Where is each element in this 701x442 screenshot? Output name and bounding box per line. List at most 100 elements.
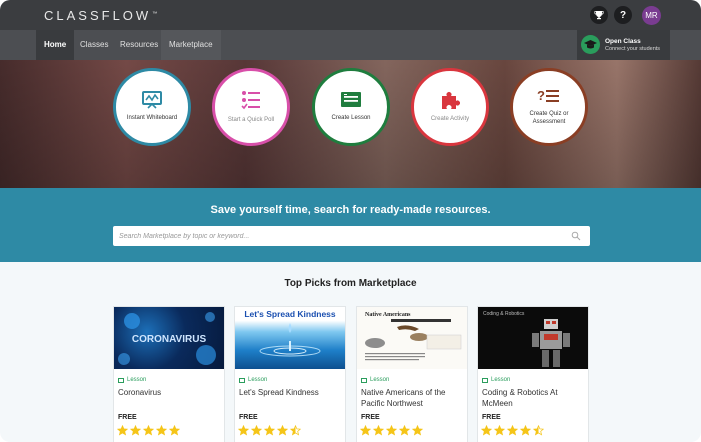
star-icon	[412, 425, 423, 436]
star-icon	[386, 425, 397, 436]
card-type: Lesson	[239, 377, 267, 383]
star-icon	[264, 425, 275, 436]
star-icon	[117, 425, 128, 436]
lesson-type-icon	[118, 377, 124, 383]
star-icon	[360, 425, 371, 436]
virus-illustration: CORONAVIRUS	[118, 312, 216, 365]
star-icon	[290, 425, 301, 436]
create-quiz-button[interactable]: ? Create Quiz or Assessment	[510, 68, 588, 146]
star-icon	[143, 425, 154, 436]
star-icon	[169, 425, 180, 436]
resource-card-coding-robotics[interactable]: Coding & Robotics Lesson Coding & Roboti…	[477, 306, 589, 442]
star-icon	[399, 425, 410, 436]
open-class-subtitle: Connect your students	[605, 46, 661, 52]
classflow-logo[interactable]: CLASSFLOW™	[44, 8, 157, 23]
card-title: Native Americans of the Pacific Northwes…	[361, 388, 446, 408]
thumb-text-native: Native Americans	[365, 312, 411, 318]
card-title: Let's Spread Kindness	[239, 388, 319, 397]
thumb-text-coding: Coding & Robotics	[483, 311, 525, 317]
search-icon[interactable]	[571, 231, 581, 241]
trophy-button[interactable]	[590, 6, 608, 24]
nav-home[interactable]: Home	[36, 30, 75, 60]
star-icon	[277, 425, 288, 436]
create-quiz-label: Create Quiz or Assessment	[529, 111, 569, 125]
card-thumbnail: Let's Spread Kindness	[235, 307, 345, 369]
thumb-text-kindness: Let's Spread Kindness	[244, 309, 336, 319]
card-thumbnail: Native Americans	[357, 307, 467, 369]
card-rating	[360, 425, 423, 436]
resource-card-coronavirus[interactable]: CORONAVIRUS Lesson Coronavirus FREE	[113, 306, 225, 442]
lesson-type-icon	[482, 377, 488, 383]
logo-trademark: ™	[152, 10, 158, 17]
card-type-label: Lesson	[491, 377, 511, 383]
star-icon	[520, 425, 531, 436]
puzzle-icon	[442, 92, 460, 110]
card-type: Lesson	[118, 377, 146, 383]
poll-icon	[241, 91, 260, 110]
card-rating	[238, 425, 301, 436]
star-icon	[130, 425, 141, 436]
nav-resources-label: Resources	[120, 40, 159, 49]
create-activity-button[interactable]: Create Activity	[411, 68, 489, 146]
card-type: Lesson	[361, 377, 389, 383]
star-icon	[251, 425, 262, 436]
resource-card-native-americans[interactable]: Native Americans Lesson Native Americans…	[356, 306, 468, 442]
star-icon	[494, 425, 505, 436]
search-section: Save yourself time, search for ready-mad…	[0, 188, 701, 262]
star-icon	[507, 425, 518, 436]
open-class-title: Open Class	[605, 38, 641, 45]
top-picks-title: Top Picks from Marketplace	[284, 278, 417, 289]
classflow-app: CLASSFLOW™ ? MR Home Classes Resources M…	[0, 0, 701, 442]
trophy-icon	[594, 11, 604, 20]
card-price: FREE	[239, 414, 258, 421]
quick-poll-button[interactable]: Start a Quick Poll	[212, 68, 290, 146]
star-icon	[533, 425, 544, 436]
nav-home-label: Home	[44, 40, 67, 49]
user-avatar[interactable]: MR	[642, 6, 661, 25]
search-title: Save yourself time, search for ready-mad…	[210, 204, 491, 216]
help-button[interactable]: ?	[614, 6, 632, 24]
card-type-label: Lesson	[370, 377, 390, 383]
card-title: Coding & Robotics At McMeen	[482, 388, 558, 408]
marketplace-search-input[interactable]	[113, 226, 568, 246]
lesson-type-icon	[361, 377, 367, 383]
star-icon	[373, 425, 384, 436]
card-rating	[117, 425, 180, 436]
card-title: Coronavirus	[118, 388, 162, 397]
nav-marketplace[interactable]: Marketplace	[161, 30, 221, 60]
water-drop-illustration: Let's Spread Kindness	[244, 309, 336, 357]
card-price: FREE	[482, 414, 501, 421]
resource-card-kindness[interactable]: Let's Spread Kindness Lesson Let's Sprea…	[234, 306, 346, 442]
create-lesson-button[interactable]: Create Lesson	[312, 68, 390, 146]
open-class-button[interactable]: Open Class Connect your students	[577, 30, 670, 60]
logo-text: CLASSFLOW	[44, 8, 152, 23]
instant-whiteboard-label: Instant Whiteboard	[126, 115, 178, 122]
card-price: FREE	[361, 414, 380, 421]
quiz-icon: ?	[537, 88, 559, 103]
card-type-label: Lesson	[248, 377, 268, 383]
instant-whiteboard-button[interactable]: Instant Whiteboard	[113, 68, 191, 146]
quick-poll-label: Start a Quick Poll	[227, 117, 275, 124]
card-type: Lesson	[482, 377, 510, 383]
nav-marketplace-label: Marketplace	[169, 40, 213, 49]
lesson-icon	[341, 92, 361, 108]
whiteboard-icon	[142, 91, 162, 109]
create-activity-label: Create Activity	[430, 116, 470, 123]
nav-classes[interactable]: Classes	[72, 30, 116, 60]
search-box	[113, 226, 590, 246]
help-label: ?	[619, 9, 627, 21]
nav-resources[interactable]: Resources	[112, 30, 166, 60]
star-icon	[481, 425, 492, 436]
card-rating	[481, 425, 544, 436]
card-price: FREE	[118, 414, 137, 421]
card-thumbnail: Coding & Robotics	[478, 307, 588, 369]
lesson-type-icon	[239, 377, 245, 383]
card-thumbnail: CORONAVIRUS	[114, 307, 224, 369]
avatar-initials: MR	[645, 11, 658, 20]
svg-text:?: ?	[537, 88, 545, 103]
create-lesson-label: Create Lesson	[331, 115, 371, 122]
history-illustration: Native Americans	[365, 312, 462, 361]
open-class-icon-wrap	[581, 35, 600, 54]
top-bar: CLASSFLOW™ ? MR	[0, 0, 701, 30]
robot-illustration: Coding & Robotics	[483, 311, 570, 367]
